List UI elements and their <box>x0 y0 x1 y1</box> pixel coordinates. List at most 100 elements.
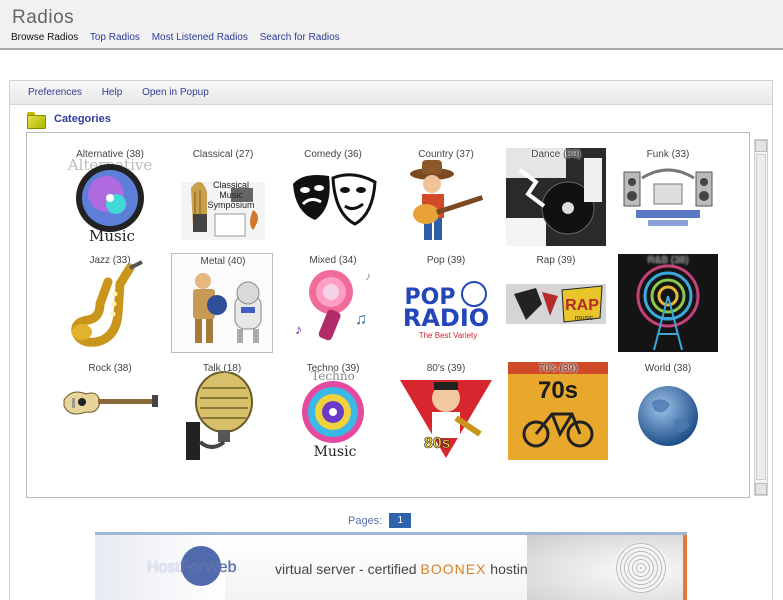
speaker-graphic <box>527 535 687 600</box>
category-tile-jazz[interactable]: Jazz (33) <box>59 253 161 353</box>
mixed-notes-icon: ♪ ♫ ♪ <box>283 254 383 352</box>
eighties-word: 80s <box>424 435 451 452</box>
metal-robot-icon <box>173 255 273 353</box>
folder-icon <box>27 111 46 129</box>
rap-word: RAP <box>565 297 599 314</box>
classical-music-word: Music <box>219 190 243 200</box>
category-label: Metal (40) <box>200 256 246 267</box>
nav-most-listened-radios[interactable]: Most Listened Radios <box>152 32 248 43</box>
brand-forweb: ForWeb <box>179 559 237 576</box>
comedy-masks-icon <box>283 148 383 246</box>
category-tile-mixed[interactable]: ♪ ♫ ♪ Mixed (34) <box>282 253 384 353</box>
category-label: Techno (39) <box>306 363 360 374</box>
world-globe-icon <box>618 362 718 460</box>
panel-toolbar: Preferences Help Open in Popup <box>10 81 772 105</box>
pop-radio-word: RADIO <box>403 304 489 332</box>
seventies-word: 70s <box>538 377 578 404</box>
category-tile-rap[interactable]: RAP music Rap (39) <box>505 253 607 353</box>
category-tile-techno[interactable]: Techno Music Techno (39) <box>282 361 384 461</box>
classical-harp-icon: Classical Music Symposium <box>173 148 273 246</box>
preferences-link[interactable]: Preferences <box>28 87 82 98</box>
svg-text:♫: ♫ <box>355 311 367 328</box>
categories-heading: Categories <box>27 109 111 129</box>
techno-disc-icon: Techno Music <box>283 362 383 460</box>
rap-music-word: music <box>575 315 594 322</box>
category-label: 70's (39) <box>538 363 578 374</box>
category-label: Funk (33) <box>646 149 690 160</box>
jazz-saxophone-icon <box>60 254 160 352</box>
category-tile-dance[interactable]: Dance (39) <box>505 147 607 247</box>
seventies-bicycle-icon: 70s <box>508 362 608 460</box>
rock-guitar-icon <box>60 362 160 460</box>
rap-music-icon: RAP music <box>506 254 606 352</box>
nav-top-radios[interactable]: Top Radios <box>90 32 140 43</box>
category-label: Mixed (34) <box>309 255 357 266</box>
hostforweb-brand: HostForWeb <box>147 559 237 577</box>
category-label: World (38) <box>644 363 692 374</box>
category-label: Alternative (38) <box>76 149 144 160</box>
category-label: Dance (39) <box>531 149 581 160</box>
category-label: Pop (39) <box>426 255 466 266</box>
categories-title: Categories <box>54 113 111 125</box>
pages-label: Pages: <box>348 514 383 527</box>
dance-turntable-icon <box>506 148 606 246</box>
alternative-music-word: Music <box>89 227 135 245</box>
svg-text:♪: ♪ <box>295 321 302 337</box>
nav-search-radios[interactable]: Search for Radios <box>260 32 340 43</box>
pagination: Pages: 1 <box>348 513 412 528</box>
top-header: Radios Browse Radios Top Radios Most Lis… <box>0 0 783 50</box>
category-tile-comedy[interactable]: Comedy (36) <box>282 147 384 247</box>
category-label: Jazz (33) <box>89 255 131 266</box>
pop-tagline: The Best Variety <box>419 331 478 340</box>
scroll-up-button[interactable] <box>755 140 767 152</box>
scroll-down-button[interactable] <box>755 483 767 495</box>
alternative-disc-icon: Alternative Music <box>60 148 160 246</box>
eighties-figure-icon: 80s <box>396 362 496 460</box>
open-in-popup-link[interactable]: Open in Popup <box>142 87 209 98</box>
category-tile-alternative[interactable]: Alternative Music Alternative (38) <box>59 147 161 247</box>
tagline-part-a: virtual server - certified <box>275 561 421 577</box>
category-label: Comedy (36) <box>304 149 362 160</box>
boonex-ad-banner[interactable]: HostForWeb virtual server - certified BO… <box>95 532 687 600</box>
category-tile-country[interactable]: Country (37) <box>395 147 497 247</box>
funk-stage-icon <box>618 148 718 246</box>
categories-scrollbar[interactable] <box>754 139 768 496</box>
scroll-thumb[interactable] <box>756 154 766 480</box>
category-tile-70s[interactable]: 70s 70's (39) <box>507 361 609 461</box>
svg-text:♪: ♪ <box>365 269 371 283</box>
main-nav: Browse Radios Top Radios Most Listened R… <box>11 32 349 43</box>
category-tile-talk[interactable]: Talk (18) <box>171 361 273 461</box>
category-label: Country (37) <box>418 149 474 160</box>
page-1-button[interactable]: 1 <box>389 513 412 528</box>
classical-symposium-word: Symposium <box>207 200 254 210</box>
category-tile-80s[interactable]: 80s 80's (39) <box>395 361 497 461</box>
pop-radio-logo-icon: POP RADIO The Best Variety <box>396 254 496 352</box>
banner-edge <box>683 535 687 600</box>
category-tile-funk[interactable]: Funk (33) <box>617 147 719 247</box>
categories-grid: Alternative Music Alternative (38) <box>26 132 750 498</box>
classical-word: Classical <box>213 180 249 190</box>
rnb-tower-icon <box>618 254 718 352</box>
category-tile-rock[interactable]: Rock (38) <box>59 361 161 461</box>
category-label: Classical (27) <box>192 149 254 160</box>
category-label: Rap (39) <box>536 255 576 266</box>
tagline-boonex: BOONEX <box>420 561 487 577</box>
talk-microphone-icon <box>172 362 272 460</box>
category-label: R&B (38) <box>647 255 689 266</box>
category-tile-metal[interactable]: Metal (40) <box>171 253 273 353</box>
category-label: Rock (38) <box>88 363 132 374</box>
speaker-grill <box>613 543 669 593</box>
techno-music-word: Music <box>314 444 357 460</box>
country-guitar-icon <box>396 148 496 246</box>
brand-host: Host <box>147 559 180 576</box>
app-title: Radios <box>12 7 75 28</box>
category-tile-rnb[interactable]: R&B (38) <box>617 253 719 353</box>
category-label: Talk (18) <box>202 363 242 374</box>
category-tile-pop[interactable]: POP RADIO The Best Variety Pop (39) <box>395 253 497 353</box>
main-panel: Preferences Help Open in Popup Categorie… <box>9 80 773 600</box>
help-link[interactable]: Help <box>102 87 123 98</box>
category-tile-world[interactable]: World (38) <box>617 361 719 461</box>
category-tile-classical[interactable]: Classical Music Symposium Classical (27) <box>172 147 274 247</box>
nav-browse-radios[interactable]: Browse Radios <box>11 32 78 43</box>
category-label: 80's (39) <box>426 363 466 374</box>
